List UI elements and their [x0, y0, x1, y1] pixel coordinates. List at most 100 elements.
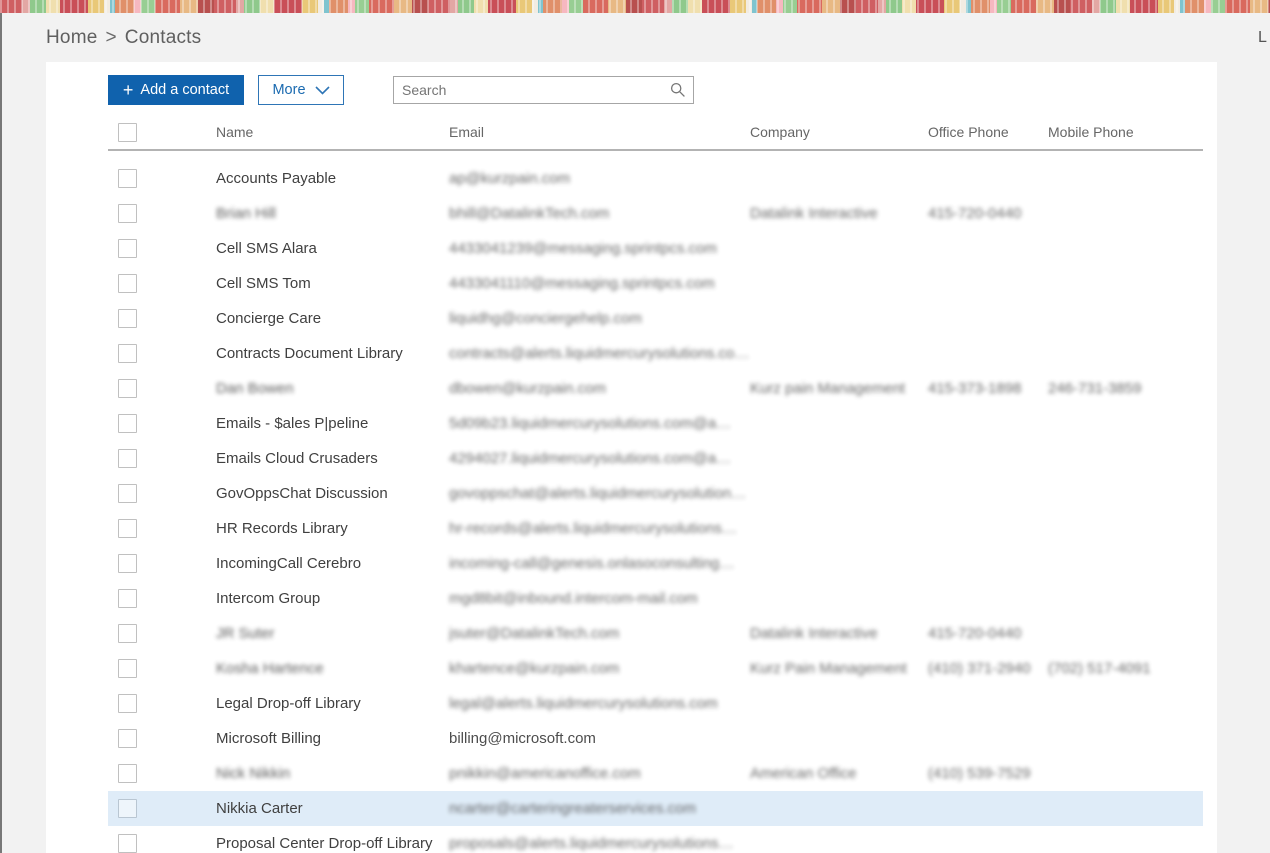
table-row[interactable]: Proposal Center Drop-off Library proposal… [108, 826, 1203, 853]
cell-email: billing@microsoft.com [449, 730, 596, 747]
row-checkbox[interactable] [118, 624, 137, 643]
row-checkbox[interactable] [118, 414, 137, 433]
column-header-company[interactable]: Company [750, 124, 928, 140]
cell-office-phone: 415-373-1898 [928, 380, 1022, 397]
search-input[interactable] [394, 78, 670, 102]
table-row[interactable]: Microsoft Billing billing@microsoft.com [108, 721, 1203, 756]
breadcrumb-home-link[interactable]: Home [46, 27, 97, 48]
more-button[interactable]: More [258, 75, 344, 105]
table-row[interactable]: Legal Drop-off Library legal@alerts.liqui… [108, 686, 1203, 721]
row-checkbox[interactable] [118, 169, 137, 188]
row-checkbox-cell [108, 239, 216, 258]
cell-name: Dan Bowen [216, 380, 294, 397]
cell-name: GovOppsChat Discussion [216, 485, 388, 502]
table-row[interactable]: Concierge Care liquidhg@conciergehelp.com [108, 301, 1203, 336]
top-right-clipped-text: L [1258, 29, 1267, 46]
cell-email: contracts@alerts.liquidmercurysolutions.… [449, 345, 750, 362]
cell-name: Legal Drop-off Library [216, 695, 361, 712]
column-header-mobile-phone[interactable]: Mobile Phone [1048, 124, 1203, 140]
cell-email: 4433041239@messaging.sprintpcs.com [449, 240, 717, 257]
cell-email: 4433041110@messaging.sprintpcs.com [449, 275, 715, 292]
row-checkbox-cell [108, 834, 216, 853]
cell-email: legal@alerts.liquidmercurysolutions.com [449, 695, 718, 712]
cell-name: Nick Nikkin [216, 765, 291, 782]
row-checkbox-cell [108, 799, 216, 818]
table-row[interactable]: Accounts Payable ap@kurzpain.com [108, 161, 1203, 196]
cell-name: Emails - $ales P|peline [216, 415, 369, 432]
cell-company: American Office [750, 765, 857, 782]
table-row[interactable]: Kosha Hartence khartence@kurzpain.com Kurz… [108, 651, 1203, 686]
cell-office-phone: (410) 539-7529 [928, 765, 1031, 782]
row-checkbox[interactable] [118, 274, 137, 293]
row-checkbox-cell [108, 729, 216, 748]
cell-office-phone: 415-720-0440 [928, 205, 1022, 222]
cell-company: Datalink Interactive [750, 205, 878, 222]
row-checkbox[interactable] [118, 379, 137, 398]
table-row[interactable]: HR Records Library hr-records@alerts.liqu… [108, 511, 1203, 546]
row-checkbox[interactable] [118, 519, 137, 538]
cell-name: HR Records Library [216, 520, 348, 537]
table-row[interactable]: Dan Bowen dbowen@kurzpain.com Kurz pain Ma… [108, 371, 1203, 406]
row-checkbox-cell [108, 694, 216, 713]
row-checkbox[interactable] [118, 344, 137, 363]
row-checkbox-cell [108, 554, 216, 573]
table-row[interactable]: Emails - $ales P|peline 5d09b23.liquidmer… [108, 406, 1203, 441]
cell-name: Brian Hill [216, 205, 277, 222]
search-icon[interactable] [670, 82, 686, 98]
table-row[interactable]: Intercom Group mgd8bit@inbound.intercom-m… [108, 581, 1203, 616]
row-checkbox[interactable] [118, 204, 137, 223]
row-checkbox[interactable] [118, 764, 137, 783]
table-row[interactable]: Cell SMS Alara 4433041239@messaging.sprin… [108, 231, 1203, 266]
plus-icon: + [122, 80, 134, 100]
row-checkbox-cell [108, 204, 216, 223]
row-checkbox[interactable] [118, 449, 137, 468]
row-checkbox[interactable] [118, 239, 137, 258]
row-checkbox[interactable] [118, 659, 137, 678]
row-checkbox-cell [108, 624, 216, 643]
table-row[interactable]: Brian Hill bhill@DatalinkTech.com Datalink… [108, 196, 1203, 231]
column-header-name[interactable]: Name [216, 124, 449, 140]
row-checkbox-cell [108, 589, 216, 608]
table-row[interactable]: Nikkia Carter ncarter@carteringreaterserv… [108, 791, 1203, 826]
chevron-down-icon [306, 85, 330, 95]
cell-mobile-phone: 246-731-3859 [1048, 380, 1142, 397]
row-checkbox-cell [108, 449, 216, 468]
row-checkbox[interactable] [118, 694, 137, 713]
row-checkbox[interactable] [118, 309, 137, 328]
row-checkbox-cell [108, 309, 216, 328]
row-checkbox-cell [108, 519, 216, 538]
table-row[interactable]: IncomingCall Cerebro incoming-call@genesi… [108, 546, 1203, 581]
contacts-panel: + Add a contact More Name Email Company … [46, 62, 1217, 853]
column-header-office-phone[interactable]: Office Phone [928, 124, 1048, 140]
cell-email: proposals@alerts.liquidmercurysolutions… [449, 835, 734, 852]
row-checkbox[interactable] [118, 729, 137, 748]
cell-email: dbowen@kurzpain.com [449, 380, 606, 397]
toolbar: + Add a contact More [108, 74, 694, 106]
row-checkbox-cell [108, 169, 216, 188]
window-left-border [0, 13, 2, 853]
table-row[interactable]: JR Suter jsuter@DatalinkTech.com Datalink … [108, 616, 1203, 651]
cell-email: liquidhg@conciergehelp.com [449, 310, 642, 327]
row-checkbox[interactable] [118, 554, 137, 573]
table-row[interactable]: Nick Nikkin pnikkin@americanoffice.com Ame… [108, 756, 1203, 791]
row-checkbox[interactable] [118, 799, 137, 818]
row-checkbox[interactable] [118, 834, 137, 853]
table-row[interactable]: Contracts Document Library contracts@aler… [108, 336, 1203, 371]
cell-name: Cell SMS Tom [216, 275, 311, 292]
cell-email: ncarter@carteringreaterservices.com [449, 800, 696, 817]
cell-name: Proposal Center Drop-off Library [216, 835, 433, 852]
cell-email: jsuter@DatalinkTech.com [449, 625, 620, 642]
row-checkbox[interactable] [118, 589, 137, 608]
cell-email: 5d09b23.liquidmercurysolutions.com@a… [449, 415, 732, 432]
cell-name: Concierge Care [216, 310, 322, 327]
cell-email: govoppschat@alerts.liquidmercurysolution… [449, 485, 747, 502]
column-header-email[interactable]: Email [449, 124, 750, 140]
add-contact-button[interactable]: + Add a contact [108, 75, 244, 105]
table-row[interactable]: Cell SMS Tom 4433041110@messaging.sprintp… [108, 266, 1203, 301]
table-row[interactable]: Emails Cloud Crusaders 4294027.liquidmerc… [108, 441, 1203, 476]
cell-company: Datalink Interactive [750, 625, 878, 642]
select-all-checkbox[interactable] [118, 122, 137, 142]
table-row[interactable]: GovOppsChat Discussion govoppschat@alerts… [108, 476, 1203, 511]
row-checkbox-cell [108, 379, 216, 398]
row-checkbox[interactable] [118, 484, 137, 503]
